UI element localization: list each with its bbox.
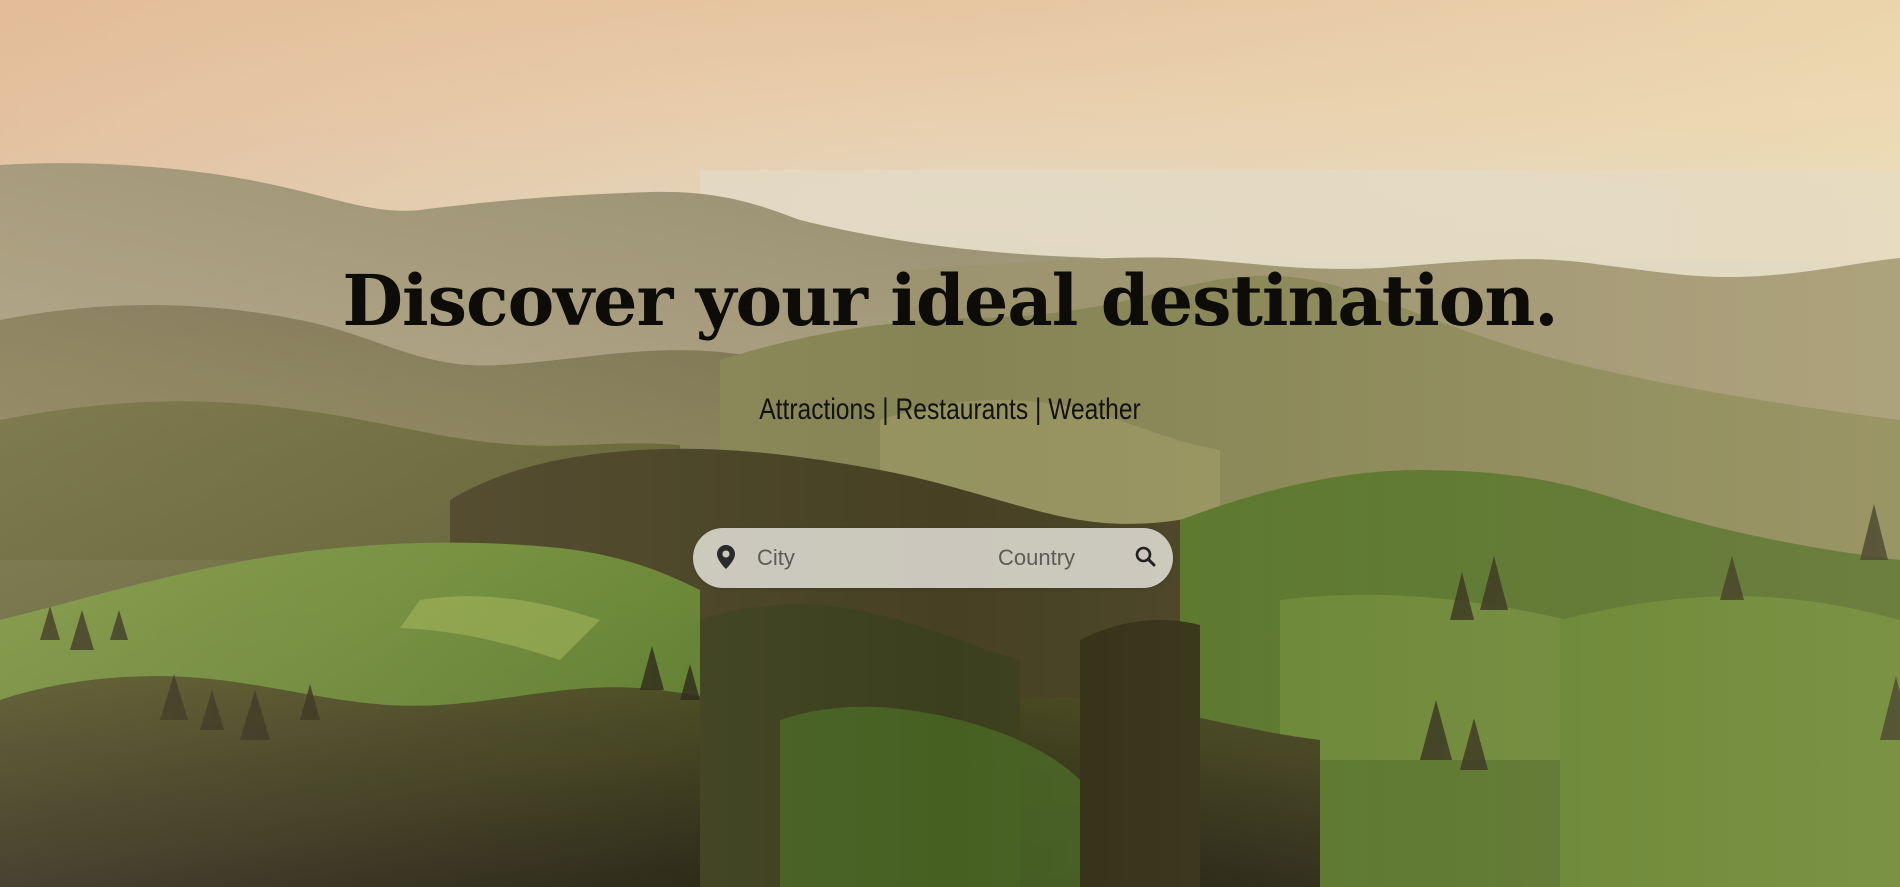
country-input[interactable] xyxy=(998,538,1148,578)
magnifier-icon xyxy=(1135,546,1156,567)
hero-section: Discover your ideal destination. Attract… xyxy=(0,0,1900,887)
hero-content: Discover your ideal destination. Attract… xyxy=(0,0,1900,887)
page-subtitle: Attractions | Restaurants | Weather xyxy=(759,393,1141,426)
city-input[interactable] xyxy=(757,538,977,578)
destination-search-form xyxy=(693,528,1173,588)
search-button[interactable] xyxy=(1131,542,1161,572)
page-title: Discover your ideal destination. xyxy=(342,259,1558,342)
map-pin-icon xyxy=(717,545,735,569)
